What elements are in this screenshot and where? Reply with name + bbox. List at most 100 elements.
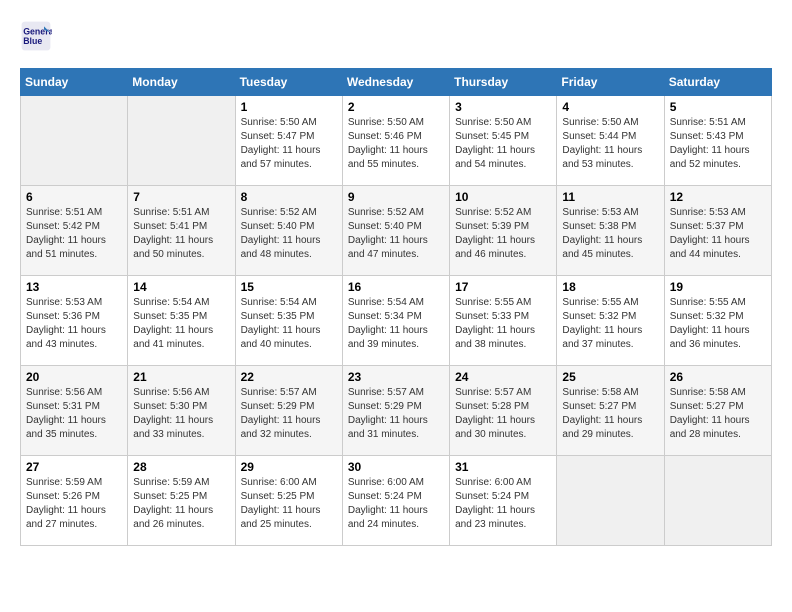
day-number: 21 bbox=[133, 370, 229, 384]
calendar-week-1: 1Sunrise: 5:50 AM Sunset: 5:47 PM Daylig… bbox=[21, 96, 772, 186]
day-info: Sunrise: 5:53 AM Sunset: 5:37 PM Dayligh… bbox=[670, 206, 766, 262]
calendar-cell: 20 Sunrise: 5:56 AM Sunset: 5:31 PM Dayli… bbox=[21, 366, 128, 456]
calendar-week-4: 20 Sunrise: 5:56 AM Sunset: 5:31 PM Dayli… bbox=[21, 366, 772, 456]
weekday-header-monday: Monday bbox=[128, 69, 235, 96]
day-info: Sunrise: 5:52 AM Sunset: 5:40 PM Dayligh… bbox=[348, 206, 444, 262]
day-info: Sunrise: 5:50 AM Sunset: 5:44 PM Dayligh… bbox=[562, 116, 658, 172]
day-info: Sunrise: 5:55 AM Sunset: 5:32 PM Dayligh… bbox=[562, 296, 658, 352]
day-number: 7 bbox=[133, 190, 229, 204]
calendar-cell: 10 Sunrise: 5:52 AM Sunset: 5:39 PM Dayli… bbox=[450, 186, 557, 276]
day-number: 28 bbox=[133, 460, 229, 474]
calendar-cell: 7 Sunrise: 5:51 AM Sunset: 5:41 PM Daylig… bbox=[128, 186, 235, 276]
calendar-cell: 3Sunrise: 5:50 AM Sunset: 5:45 PM Daylig… bbox=[450, 96, 557, 186]
calendar-cell: 23 Sunrise: 5:57 AM Sunset: 5:29 PM Dayli… bbox=[342, 366, 449, 456]
day-number: 29 bbox=[241, 460, 337, 474]
day-number: 12 bbox=[670, 190, 766, 204]
calendar-cell: 6Sunrise: 5:51 AM Sunset: 5:42 PM Daylig… bbox=[21, 186, 128, 276]
weekday-header-row: SundayMondayTuesdayWednesdayThursdayFrid… bbox=[21, 69, 772, 96]
day-number: 11 bbox=[562, 190, 658, 204]
day-number: 27 bbox=[26, 460, 122, 474]
day-info: Sunrise: 5:52 AM Sunset: 5:40 PM Dayligh… bbox=[241, 206, 337, 262]
calendar-cell: 13Sunrise: 5:53 AM Sunset: 5:36 PM Dayli… bbox=[21, 276, 128, 366]
day-info: Sunrise: 5:53 AM Sunset: 5:38 PM Dayligh… bbox=[562, 206, 658, 262]
day-number: 30 bbox=[348, 460, 444, 474]
calendar-cell: 29Sunrise: 6:00 AM Sunset: 5:25 PM Dayli… bbox=[235, 456, 342, 546]
day-info: Sunrise: 5:56 AM Sunset: 5:31 PM Dayligh… bbox=[26, 386, 122, 442]
calendar-week-5: 27 Sunrise: 5:59 AM Sunset: 5:26 PM Dayli… bbox=[21, 456, 772, 546]
day-info: Sunrise: 6:00 AM Sunset: 5:24 PM Dayligh… bbox=[348, 476, 444, 532]
calendar-table: SundayMondayTuesdayWednesdayThursdayFrid… bbox=[20, 68, 772, 546]
calendar-cell: 30 Sunrise: 6:00 AM Sunset: 5:24 PM Dayli… bbox=[342, 456, 449, 546]
day-number: 24 bbox=[455, 370, 551, 384]
day-number: 22 bbox=[241, 370, 337, 384]
logo: General Blue bbox=[20, 20, 58, 52]
page-header: General Blue bbox=[20, 20, 772, 52]
weekday-header-friday: Friday bbox=[557, 69, 664, 96]
weekday-header-tuesday: Tuesday bbox=[235, 69, 342, 96]
day-number: 3 bbox=[455, 100, 551, 114]
day-number: 14 bbox=[133, 280, 229, 294]
day-number: 26 bbox=[670, 370, 766, 384]
calendar-cell bbox=[21, 96, 128, 186]
day-number: 8 bbox=[241, 190, 337, 204]
day-info: Sunrise: 5:58 AM Sunset: 5:27 PM Dayligh… bbox=[562, 386, 658, 442]
logo-icon: General Blue bbox=[20, 20, 52, 52]
calendar-cell: 11 Sunrise: 5:53 AM Sunset: 5:38 PM Dayli… bbox=[557, 186, 664, 276]
day-info: Sunrise: 5:54 AM Sunset: 5:35 PM Dayligh… bbox=[241, 296, 337, 352]
day-info: Sunrise: 5:59 AM Sunset: 5:26 PM Dayligh… bbox=[26, 476, 122, 532]
day-number: 19 bbox=[670, 280, 766, 294]
weekday-header-sunday: Sunday bbox=[21, 69, 128, 96]
day-info: Sunrise: 6:00 AM Sunset: 5:24 PM Dayligh… bbox=[455, 476, 551, 532]
svg-text:Blue: Blue bbox=[23, 36, 42, 46]
calendar-cell: 27 Sunrise: 5:59 AM Sunset: 5:26 PM Dayli… bbox=[21, 456, 128, 546]
day-number: 2 bbox=[348, 100, 444, 114]
calendar-week-3: 13Sunrise: 5:53 AM Sunset: 5:36 PM Dayli… bbox=[21, 276, 772, 366]
calendar-cell: 16Sunrise: 5:54 AM Sunset: 5:34 PM Dayli… bbox=[342, 276, 449, 366]
day-number: 23 bbox=[348, 370, 444, 384]
day-info: Sunrise: 5:54 AM Sunset: 5:35 PM Dayligh… bbox=[133, 296, 229, 352]
day-info: Sunrise: 5:54 AM Sunset: 5:34 PM Dayligh… bbox=[348, 296, 444, 352]
day-info: Sunrise: 5:52 AM Sunset: 5:39 PM Dayligh… bbox=[455, 206, 551, 262]
day-info: Sunrise: 5:57 AM Sunset: 5:29 PM Dayligh… bbox=[348, 386, 444, 442]
day-info: Sunrise: 5:51 AM Sunset: 5:43 PM Dayligh… bbox=[670, 116, 766, 172]
weekday-header-thursday: Thursday bbox=[450, 69, 557, 96]
day-info: Sunrise: 5:57 AM Sunset: 5:28 PM Dayligh… bbox=[455, 386, 551, 442]
weekday-header-wednesday: Wednesday bbox=[342, 69, 449, 96]
day-info: Sunrise: 5:56 AM Sunset: 5:30 PM Dayligh… bbox=[133, 386, 229, 442]
day-number: 25 bbox=[562, 370, 658, 384]
calendar-cell: 28 Sunrise: 5:59 AM Sunset: 5:25 PM Dayli… bbox=[128, 456, 235, 546]
calendar-cell: 17Sunrise: 5:55 AM Sunset: 5:33 PM Dayli… bbox=[450, 276, 557, 366]
day-info: Sunrise: 5:55 AM Sunset: 5:33 PM Dayligh… bbox=[455, 296, 551, 352]
calendar-cell: 26 Sunrise: 5:58 AM Sunset: 5:27 PM Dayli… bbox=[664, 366, 771, 456]
calendar-cell: 25 Sunrise: 5:58 AM Sunset: 5:27 PM Dayli… bbox=[557, 366, 664, 456]
day-info: Sunrise: 5:55 AM Sunset: 5:32 PM Dayligh… bbox=[670, 296, 766, 352]
day-info: Sunrise: 5:59 AM Sunset: 5:25 PM Dayligh… bbox=[133, 476, 229, 532]
calendar-cell: 1Sunrise: 5:50 AM Sunset: 5:47 PM Daylig… bbox=[235, 96, 342, 186]
calendar-cell bbox=[128, 96, 235, 186]
day-number: 20 bbox=[26, 370, 122, 384]
day-number: 13 bbox=[26, 280, 122, 294]
day-number: 4 bbox=[562, 100, 658, 114]
calendar-cell: 19 Sunrise: 5:55 AM Sunset: 5:32 PM Dayli… bbox=[664, 276, 771, 366]
calendar-cell: 14 Sunrise: 5:54 AM Sunset: 5:35 PM Dayli… bbox=[128, 276, 235, 366]
calendar-cell: 31 Sunrise: 6:00 AM Sunset: 5:24 PM Dayli… bbox=[450, 456, 557, 546]
day-number: 9 bbox=[348, 190, 444, 204]
calendar-cell: 5Sunrise: 5:51 AM Sunset: 5:43 PM Daylig… bbox=[664, 96, 771, 186]
day-info: Sunrise: 5:51 AM Sunset: 5:41 PM Dayligh… bbox=[133, 206, 229, 262]
calendar-header: SundayMondayTuesdayWednesdayThursdayFrid… bbox=[21, 69, 772, 96]
day-info: Sunrise: 5:50 AM Sunset: 5:46 PM Dayligh… bbox=[348, 116, 444, 172]
day-number: 31 bbox=[455, 460, 551, 474]
calendar-cell: 18 Sunrise: 5:55 AM Sunset: 5:32 PM Dayli… bbox=[557, 276, 664, 366]
day-info: Sunrise: 5:58 AM Sunset: 5:27 PM Dayligh… bbox=[670, 386, 766, 442]
weekday-header-saturday: Saturday bbox=[664, 69, 771, 96]
calendar-cell: 2 Sunrise: 5:50 AM Sunset: 5:46 PM Daylig… bbox=[342, 96, 449, 186]
day-number: 6 bbox=[26, 190, 122, 204]
calendar-cell: 9 Sunrise: 5:52 AM Sunset: 5:40 PM Daylig… bbox=[342, 186, 449, 276]
calendar-cell: 15 Sunrise: 5:54 AM Sunset: 5:35 PM Dayli… bbox=[235, 276, 342, 366]
calendar-cell: 22Sunrise: 5:57 AM Sunset: 5:29 PM Dayli… bbox=[235, 366, 342, 456]
day-number: 18 bbox=[562, 280, 658, 294]
day-number: 15 bbox=[241, 280, 337, 294]
calendar-cell: 21 Sunrise: 5:56 AM Sunset: 5:30 PM Dayli… bbox=[128, 366, 235, 456]
calendar-body: 1Sunrise: 5:50 AM Sunset: 5:47 PM Daylig… bbox=[21, 96, 772, 546]
day-number: 10 bbox=[455, 190, 551, 204]
